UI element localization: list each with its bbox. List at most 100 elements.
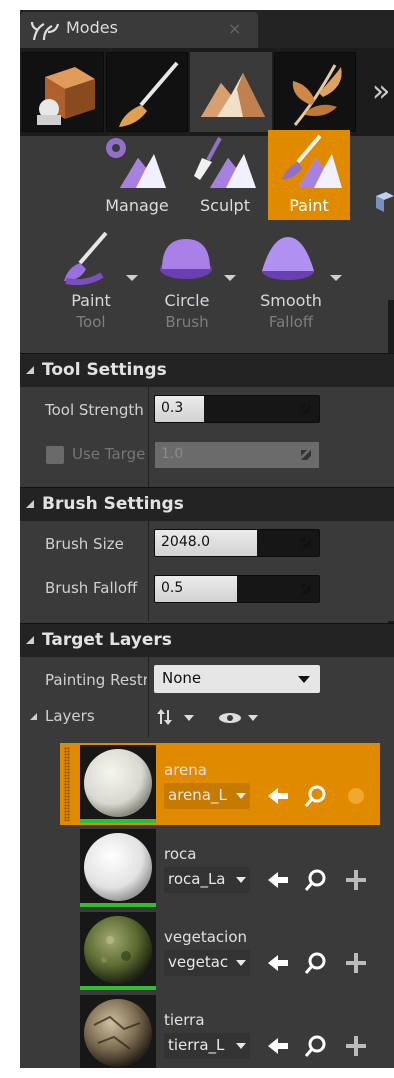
layer-item-arena[interactable]: arena arena_L	[60, 743, 380, 825]
layer-weight-bar	[80, 903, 156, 907]
gear-mountain-icon	[106, 138, 166, 188]
divider	[148, 657, 149, 737]
use-target-checkbox[interactable]	[46, 446, 64, 464]
landscape-mode-button[interactable]	[190, 52, 272, 132]
expand-arrow-icon	[301, 404, 311, 414]
sort-icon[interactable]	[156, 707, 208, 727]
tab-bar: Modes ×	[20, 10, 394, 48]
chevron-down-icon	[126, 275, 138, 281]
circle-brush-button[interactable]: Circle Brush	[142, 225, 242, 335]
tool-option-sublabel: Falloff	[268, 313, 314, 331]
trowel-mountain-icon	[194, 137, 256, 188]
layer-name: vegetacion	[164, 928, 248, 946]
layer-item-vegetacion[interactable]: vegetacion vegetac	[80, 910, 380, 992]
smooth-falloff-icon	[262, 237, 314, 280]
add-icon[interactable]	[344, 1034, 368, 1058]
leaf-icon	[292, 64, 342, 126]
browse-icon[interactable]	[304, 1034, 328, 1058]
layer-name: tierra	[164, 1011, 205, 1029]
mode-strip: »	[20, 48, 394, 136]
use-selected-asset-icon[interactable]	[266, 784, 290, 808]
layer-thumbnail	[80, 912, 156, 990]
browse-icon[interactable]	[304, 784, 328, 808]
modes-tab[interactable]: Modes ×	[20, 12, 258, 48]
tool-option-label: Paint	[71, 291, 111, 310]
paint-mode-button[interactable]	[106, 52, 188, 132]
paint-tool-button[interactable]: Paint Tool	[46, 225, 146, 335]
layer-info-select[interactable]: tierra_L	[164, 1033, 250, 1059]
brush-mountain-icon	[282, 134, 342, 188]
close-icon[interactable]: ×	[228, 19, 241, 38]
create-layer-info-icon[interactable]	[344, 784, 368, 808]
collapse-icon[interactable]	[30, 713, 37, 720]
layer-info-value: tierra_L	[168, 1036, 225, 1054]
chevron-down-icon	[236, 1043, 246, 1049]
drag-handle-icon[interactable]	[64, 747, 70, 821]
brush-settings-body: Brush Size 2048.0 Brush Falloff 0.5	[20, 521, 394, 621]
layer-thumbnail	[80, 745, 156, 823]
modes-panel: Modes × » Manage Sculpt Paint Paint Tool…	[20, 10, 394, 1068]
circle-brush-icon	[160, 239, 212, 279]
layer-item-tierra[interactable]: tierra tierra_L	[80, 993, 380, 1068]
tab-manage[interactable]: Manage	[96, 130, 178, 220]
painting-restriction-select[interactable]: None	[154, 665, 320, 693]
add-icon[interactable]	[344, 951, 368, 975]
collapse-icon	[26, 500, 34, 508]
browse-icon[interactable]	[304, 951, 328, 975]
layer-thumbnail	[80, 995, 156, 1068]
expand-arrow-icon	[301, 538, 311, 548]
brush-size-label: Brush Size	[45, 535, 124, 553]
use-selected-asset-icon[interactable]	[266, 951, 290, 975]
use-target-label: Use Target Value	[72, 445, 146, 463]
expand-arrow-icon	[301, 584, 311, 594]
cube-tab-icon[interactable]	[372, 190, 394, 214]
layer-info-value: arena_L	[168, 786, 227, 804]
tab-paint[interactable]: Paint	[268, 130, 350, 220]
brush-falloff-label: Brush Falloff	[45, 579, 138, 597]
brush-size-slider[interactable]: 2048.0	[154, 529, 320, 557]
tool-settings-header[interactable]: Tool Settings	[20, 353, 394, 387]
foliage-mode-button[interactable]	[274, 52, 356, 132]
smooth-falloff-button[interactable]: Smooth Falloff	[242, 225, 352, 335]
eye-icon[interactable]	[218, 709, 264, 727]
browse-icon[interactable]	[304, 868, 328, 892]
tool-strength-label: Tool Strength	[45, 401, 144, 419]
tool-settings-body: Tool Strength 0.3 Use Target Value 1.0	[20, 387, 394, 487]
tool-option-label: Circle	[164, 291, 210, 310]
tool-option-sublabel: Tool	[76, 313, 106, 331]
brush-size-value: 2048.0	[161, 534, 210, 550]
layer-item-roca[interactable]: roca roca_La	[80, 827, 380, 909]
layer-info-select[interactable]: arena_L	[164, 783, 250, 809]
tab-sculpt[interactable]: Sculpt	[184, 130, 266, 220]
brush-falloff-value: 0.5	[161, 580, 184, 596]
layer-name: arena	[164, 761, 207, 779]
chevron-down-icon	[224, 275, 236, 281]
more-modes-icon[interactable]: »	[372, 74, 390, 109]
use-selected-asset-icon[interactable]	[266, 868, 290, 892]
place-mode-button[interactable]	[22, 52, 104, 132]
chevron-down-icon	[236, 793, 246, 799]
chevron-down-icon	[236, 877, 246, 883]
tool-strength-value: 0.3	[161, 400, 184, 416]
layer-name: roca	[164, 845, 197, 863]
target-layers-header[interactable]: Target Layers	[20, 623, 394, 657]
mountain-icon	[201, 73, 265, 117]
add-icon[interactable]	[344, 868, 368, 892]
section-title: Target Layers	[42, 630, 172, 650]
chevron-down-icon	[236, 960, 246, 966]
use-selected-asset-icon[interactable]	[266, 1034, 290, 1058]
collapse-icon	[26, 366, 34, 374]
layer-info-select[interactable]: vegetac	[164, 950, 250, 976]
layer-info-select[interactable]: roca_La	[164, 867, 250, 893]
section-title: Brush Settings	[42, 494, 184, 514]
collapse-icon	[26, 636, 34, 644]
chevron-down-icon	[330, 275, 342, 281]
chevron-down-icon	[298, 676, 310, 683]
painting-restriction-value: None	[162, 669, 202, 687]
cube-icon	[37, 67, 95, 125]
brush-settings-header[interactable]: Brush Settings	[20, 487, 394, 521]
brush-falloff-slider[interactable]: 0.5	[154, 575, 320, 603]
layer-weight-bar	[80, 819, 156, 823]
divider	[148, 387, 149, 487]
tool-strength-slider[interactable]: 0.3	[154, 395, 320, 423]
